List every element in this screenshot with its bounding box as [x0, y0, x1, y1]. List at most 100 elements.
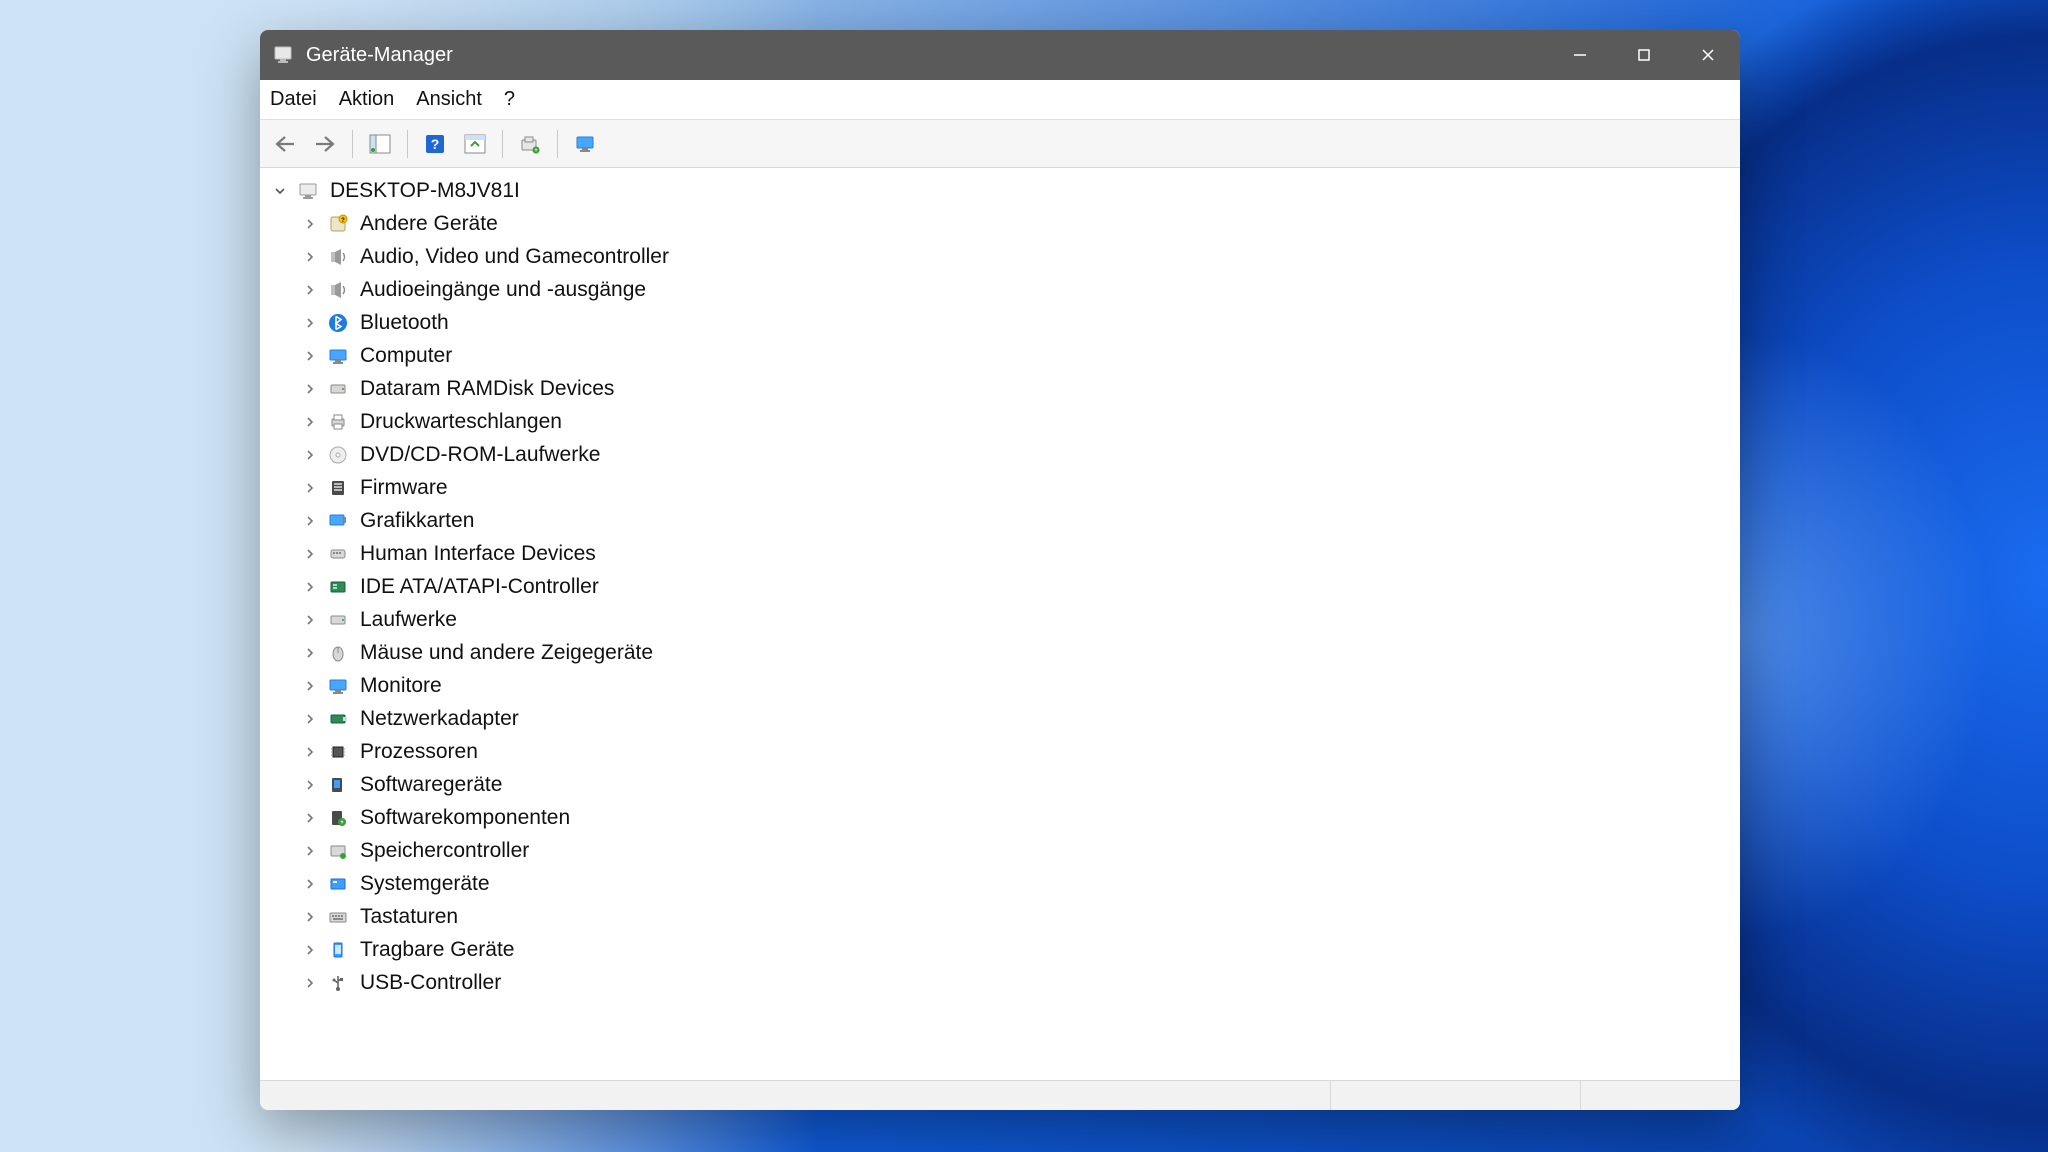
- toolbar-forward-button[interactable]: [308, 127, 342, 161]
- chevron-right-icon[interactable]: [300, 577, 320, 597]
- tree-category-label: Druckwarteschlangen: [360, 410, 562, 434]
- close-button[interactable]: [1676, 30, 1740, 80]
- chevron-right-icon[interactable]: [300, 511, 320, 531]
- tree-category[interactable]: Netzwerkadapter: [260, 702, 1740, 735]
- menu-help[interactable]: ?: [504, 88, 515, 111]
- toolbar-update-driver-button[interactable]: +: [513, 127, 547, 161]
- tree-category-label: Human Interface Devices: [360, 542, 596, 566]
- tree-category-label: Bluetooth: [360, 311, 449, 335]
- tree-category-label: Firmware: [360, 476, 448, 500]
- tree-category[interactable]: Computer: [260, 339, 1740, 372]
- chevron-right-icon[interactable]: [300, 544, 320, 564]
- tree-category[interactable]: Firmware: [260, 471, 1740, 504]
- chevron-right-icon[interactable]: [300, 808, 320, 828]
- tree-category[interactable]: Audio, Video und Gamecontroller: [260, 240, 1740, 273]
- tree-category-label: Audio, Video und Gamecontroller: [360, 245, 669, 269]
- tree-category[interactable]: Audioeingänge und -ausgänge: [260, 273, 1740, 306]
- tree-category-label: Softwaregeräte: [360, 773, 502, 797]
- chevron-right-icon[interactable]: [300, 940, 320, 960]
- bluetooth-icon: [326, 311, 350, 335]
- chevron-right-icon[interactable]: [300, 841, 320, 861]
- software-component-icon: +: [326, 806, 350, 830]
- tree-category-label: Tastaturen: [360, 905, 458, 929]
- tree-category[interactable]: Mäuse und andere Zeigegeräte: [260, 636, 1740, 669]
- portable-icon: [326, 938, 350, 962]
- tree-category[interactable]: IDE ATA/ATAPI-Controller: [260, 570, 1740, 603]
- computer-icon: [296, 179, 320, 203]
- toolbar: ? +: [260, 120, 1740, 168]
- system-icon: [326, 872, 350, 896]
- tree-category-label: Monitore: [360, 674, 442, 698]
- chevron-right-icon[interactable]: [300, 214, 320, 234]
- chevron-right-icon[interactable]: [300, 445, 320, 465]
- tree-category[interactable]: Druckwarteschlangen: [260, 405, 1740, 438]
- chevron-right-icon[interactable]: [300, 907, 320, 927]
- titlebar[interactable]: Geräte-Manager: [260, 30, 1740, 80]
- chevron-right-icon[interactable]: [300, 280, 320, 300]
- chevron-right-icon[interactable]: [300, 742, 320, 762]
- toolbar-show-hide-tree-button[interactable]: [363, 127, 397, 161]
- tree-category-label: Dataram RAMDisk Devices: [360, 377, 614, 401]
- tree-category[interactable]: Monitore: [260, 669, 1740, 702]
- network-icon: [326, 707, 350, 731]
- minimize-button[interactable]: [1548, 30, 1612, 80]
- toolbar-back-button[interactable]: [268, 127, 302, 161]
- tree-category[interactable]: Tragbare Geräte: [260, 933, 1740, 966]
- tree-root-label: DESKTOP-M8JV81I: [330, 179, 520, 203]
- toolbar-remote-button[interactable]: [568, 127, 602, 161]
- processor-icon: [326, 740, 350, 764]
- tree-category-label: Prozessoren: [360, 740, 478, 764]
- chevron-right-icon[interactable]: [300, 346, 320, 366]
- device-manager-icon: [272, 44, 294, 66]
- tree-category[interactable]: USB-Controller: [260, 966, 1740, 999]
- device-tree[interactable]: DESKTOP-M8JV81I ? Andere Geräte Audio, Vid…: [260, 168, 1740, 1080]
- tree-category-label: Mäuse und andere Zeigegeräte: [360, 641, 653, 665]
- tree-category[interactable]: Systemgeräte: [260, 867, 1740, 900]
- device-manager-window: Geräte-Manager Datei Aktion Ansicht ? ?: [260, 30, 1740, 1110]
- svg-text:+: +: [534, 148, 538, 154]
- software-device-icon: [326, 773, 350, 797]
- tree-category[interactable]: Speichercontroller: [260, 834, 1740, 867]
- tree-category-label: Systemgeräte: [360, 872, 490, 896]
- tree-category[interactable]: Human Interface Devices: [260, 537, 1740, 570]
- chevron-right-icon[interactable]: [300, 643, 320, 663]
- statusbar: [260, 1080, 1740, 1110]
- chevron-right-icon[interactable]: [300, 874, 320, 894]
- menu-action[interactable]: Aktion: [339, 88, 395, 111]
- tree-root[interactable]: DESKTOP-M8JV81I: [260, 174, 1740, 207]
- tree-category[interactable]: Grafikkarten: [260, 504, 1740, 537]
- chevron-right-icon[interactable]: [300, 313, 320, 333]
- tree-category-label: IDE ATA/ATAPI-Controller: [360, 575, 599, 599]
- other-devices-icon: ?: [326, 212, 350, 236]
- chevron-down-icon[interactable]: [270, 181, 290, 201]
- toolbar-scan-button[interactable]: [458, 127, 492, 161]
- chevron-right-icon[interactable]: [300, 973, 320, 993]
- maximize-button[interactable]: [1612, 30, 1676, 80]
- toolbar-help-button[interactable]: ?: [418, 127, 452, 161]
- chevron-right-icon[interactable]: [300, 610, 320, 630]
- menu-view[interactable]: Ansicht: [416, 88, 482, 111]
- tree-category[interactable]: ? Andere Geräte: [260, 207, 1740, 240]
- chevron-right-icon[interactable]: [300, 379, 320, 399]
- disc-icon: [326, 443, 350, 467]
- chevron-right-icon[interactable]: [300, 247, 320, 267]
- tree-category-label: Speichercontroller: [360, 839, 529, 863]
- tree-category[interactable]: Tastaturen: [260, 900, 1740, 933]
- tree-category[interactable]: Dataram RAMDisk Devices: [260, 372, 1740, 405]
- tree-category[interactable]: Prozessoren: [260, 735, 1740, 768]
- tree-category-label: Andere Geräte: [360, 212, 498, 236]
- storage-controller-icon: [326, 839, 350, 863]
- tree-category[interactable]: +Softwarekomponenten: [260, 801, 1740, 834]
- chevron-right-icon[interactable]: [300, 412, 320, 432]
- keyboard-icon: [326, 905, 350, 929]
- tree-category[interactable]: DVD/CD-ROM-Laufwerke: [260, 438, 1740, 471]
- chevron-right-icon[interactable]: [300, 775, 320, 795]
- tree-category[interactable]: Softwaregeräte: [260, 768, 1740, 801]
- chevron-right-icon[interactable]: [300, 709, 320, 729]
- chevron-right-icon[interactable]: [300, 676, 320, 696]
- audio-icon: [326, 278, 350, 302]
- menu-file[interactable]: Datei: [270, 88, 317, 111]
- chevron-right-icon[interactable]: [300, 478, 320, 498]
- tree-category[interactable]: Laufwerke: [260, 603, 1740, 636]
- tree-category[interactable]: Bluetooth: [260, 306, 1740, 339]
